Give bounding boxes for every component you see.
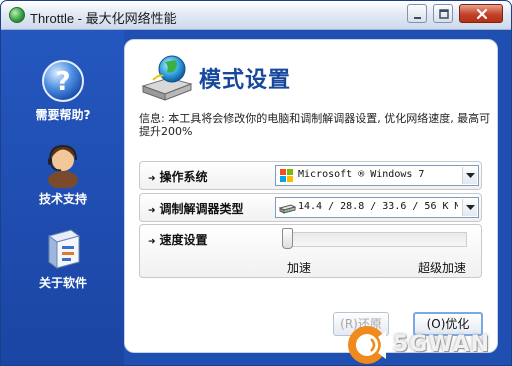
watermark-text: 5GWAN: [393, 332, 491, 357]
close-button[interactable]: [459, 4, 503, 23]
speed-slider-thumb[interactable]: [282, 228, 293, 249]
os-label: ➜ 操作系统: [148, 170, 208, 184]
sidebar-item-label: 关于软件: [38, 276, 87, 290]
info-text: 信息: 本工具将会修改你的电脑和调制解调器设置, 优化网络速度, 最高可提升20…: [139, 112, 491, 138]
chevron-down-icon: [466, 173, 475, 178]
modem-select-value: 14.4 / 28.8 / 33.6 / 56 K M: [298, 201, 458, 212]
page-title: 模式设置: [199, 68, 292, 93]
sidebar: ? 需要帮助? 技术支持 关于软件: [1, 30, 124, 365]
maximize-button[interactable]: [433, 4, 453, 23]
os-select[interactable]: Microsoft ® Windows 7: [275, 165, 479, 186]
title-bar[interactable]: Throttle - 最大化网络性能: [1, 1, 511, 30]
speed-row: ➜ 速度设置 加速 超级加速: [139, 224, 482, 278]
arrow-right-icon: ➜: [148, 237, 156, 247]
sidebar-item-support[interactable]: 技术支持: [7, 140, 119, 207]
minimize-button[interactable]: [407, 4, 427, 23]
network-globe-icon: [141, 55, 193, 101]
arrow-right-icon: ➜: [148, 174, 156, 184]
os-select-value: Microsoft ® Windows 7: [298, 169, 425, 180]
maximize-icon: [439, 9, 449, 19]
modem-select[interactable]: 14.4 / 28.8 / 33.6 / 56 K M: [275, 197, 479, 218]
support-person-icon: [48, 144, 78, 188]
modem-icon: [279, 204, 296, 214]
minimize-icon: [414, 17, 421, 19]
speed-max-label: 超级加速: [418, 261, 467, 275]
arrow-right-icon: ➜: [148, 206, 156, 216]
os-row: ➜ 操作系统 Microsoft ® Windows 7: [139, 161, 482, 190]
software-box-icon: [47, 229, 81, 269]
sidebar-item-about[interactable]: 关于软件: [7, 226, 119, 291]
sidebar-item-help[interactable]: ? 需要帮助?: [7, 58, 119, 123]
sidebar-item-label: 需要帮助?: [35, 108, 91, 122]
chevron-down-icon: [466, 205, 475, 210]
help-icon: ?: [42, 60, 84, 102]
os-dropdown-button[interactable]: [462, 167, 477, 184]
modem-row: ➜ 调制解调器类型 14.4 / 28.8 / 33.6 / 56 K M: [139, 193, 482, 222]
svg-text:?: ?: [55, 67, 70, 97]
modem-dropdown-button[interactable]: [462, 199, 477, 216]
speed-min-label: 加速: [287, 261, 312, 275]
speed-label: ➜ 速度设置: [148, 233, 208, 247]
app-window: Throttle - 最大化网络性能 ? 需要帮助? 技术支持 关于软件 模式设…: [0, 0, 512, 366]
app-globe-icon: [9, 7, 25, 23]
main-panel: 模式设置 信息: 本工具将会修改你的电脑和调制解调器设置, 优化网络速度, 最高…: [124, 39, 498, 353]
modem-label: ➜ 调制解调器类型: [148, 202, 244, 216]
sidebar-item-label: 技术支持: [38, 192, 87, 206]
speed-slider-track[interactable]: [283, 232, 467, 247]
windows-logo-icon: [280, 169, 293, 182]
window-title: Throttle - 最大化网络性能: [30, 11, 177, 26]
close-icon: [476, 8, 488, 20]
